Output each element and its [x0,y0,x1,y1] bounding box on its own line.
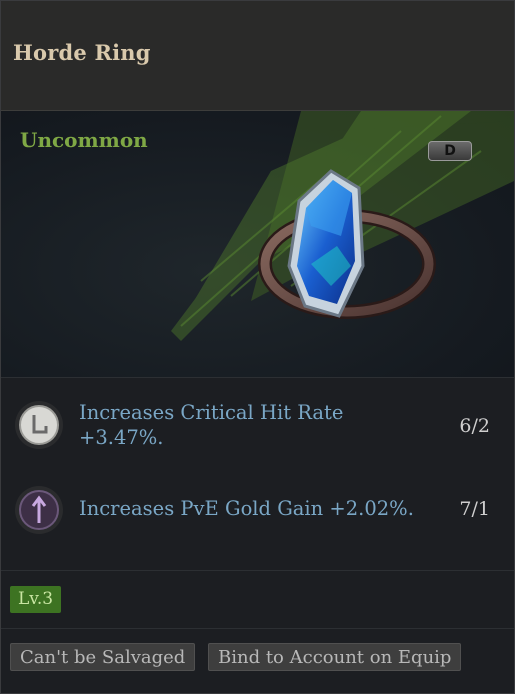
level-section: Lv.3 [1,571,514,629]
stat-value: 7/1 [459,498,490,520]
level-badge: Lv.3 [10,586,62,613]
ring-icon [258,169,436,319]
stat-row: Increases Critical Hit Rate +3.47%. 6/2 [1,398,514,458]
stats-section: Increases Critical Hit Rate +3.47%. 6/2 … [1,378,514,571]
rune-gold-icon [15,486,63,534]
grade-badge: D [428,141,472,161]
tags-section: Can't be Salvaged Bind to Account on Equ… [1,629,514,692]
stat-description: Increases Critical Hit Rate +3.47%. [79,401,344,449]
item-preview: Uncommon D [1,111,514,378]
rune-crit-icon [15,401,63,449]
stat-row: Increases PvE Gold Gain +2.02%. 7/1 [1,483,514,543]
tooltip-header: Horde Ring [1,1,514,111]
rarity-label: Uncommon [20,128,148,152]
salvage-tag: Can't be Salvaged [10,643,196,671]
item-tooltip: Horde Ring Uncommon D Increases Critical… [0,0,515,694]
item-name: Horde Ring [13,40,151,65]
stat-value: 6/2 [459,415,490,437]
stat-description: Increases PvE Gold Gain +2.02%. [79,497,414,520]
bind-tag: Bind to Account on Equip [208,643,462,671]
